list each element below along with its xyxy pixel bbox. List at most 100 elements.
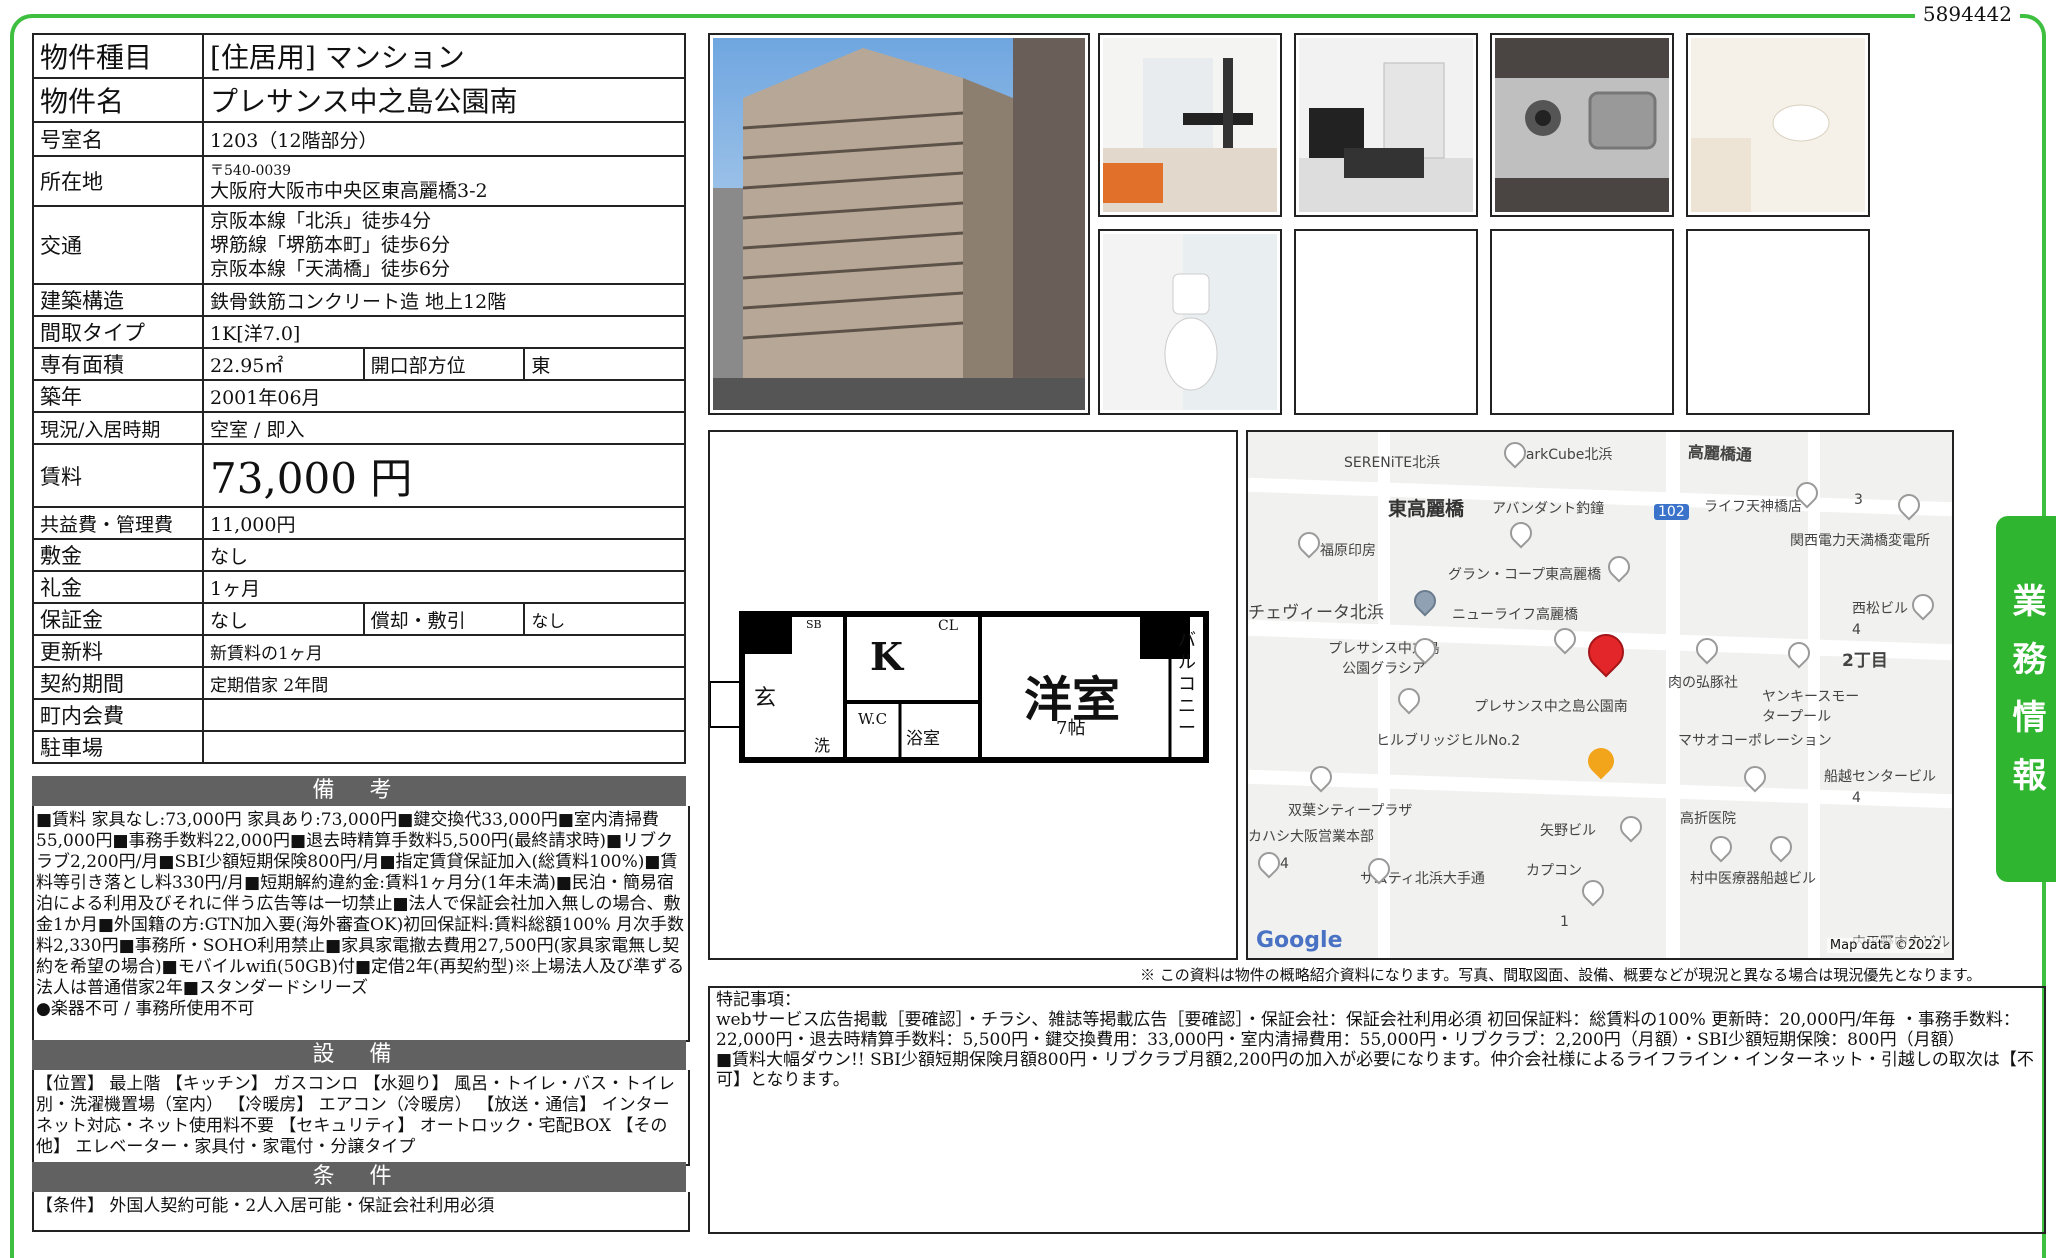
map-label: 1 xyxy=(1560,914,1569,930)
term-label: 契約期間 xyxy=(32,666,204,700)
status-value: 空室 / 即入 xyxy=(202,411,686,445)
area-value: 22.95㎡ xyxy=(202,347,365,381)
room-photo[interactable] xyxy=(1294,33,1478,217)
jouken-body: 【条件】 外国人契約可能・2人入居可能・保証会社利用必須 xyxy=(32,1192,690,1232)
map-place-icon[interactable] xyxy=(1409,585,1441,617)
map-label: SERENiTE北浜 xyxy=(1344,455,1441,471)
document-id: 5894442 xyxy=(1914,2,2020,26)
bath-photo[interactable] xyxy=(1686,33,1870,217)
map-label: 村中医療器船越ビル xyxy=(1690,871,1816,887)
entrance-label: 玄 xyxy=(754,686,777,711)
remarks-title: 特記事項： xyxy=(716,990,801,1010)
map-label: 高折医院 xyxy=(1680,811,1736,827)
google-logo: Google xyxy=(1256,928,1343,953)
map-label: ニューライフ高麗橋 xyxy=(1452,607,1578,623)
layout-value: 1K[洋7.0] xyxy=(202,315,686,349)
area-label: 専有面積 xyxy=(32,347,204,381)
type-value: [住居用] マンション xyxy=(202,33,686,79)
community-value xyxy=(202,698,686,732)
map-label: グラン・コープ東高麗橋 xyxy=(1448,567,1602,583)
setsubi-text: 【位置】 最上階 【キッチン】 ガスコンロ 【水廻り】 風呂・トイレ・バス・トイ… xyxy=(36,1074,676,1157)
map-label: 4 xyxy=(1280,856,1289,872)
transport-label: 交通 xyxy=(32,205,204,285)
rent-value: 73,000 円 xyxy=(202,443,686,508)
map-place-icon[interactable] xyxy=(1305,761,1337,793)
remarks-line: ■賃料大幅ダウン!! SBI少額短期保険月額800円・リブクラブ月額2,200円… xyxy=(716,1050,2034,1090)
map-place-icon[interactable] xyxy=(1549,623,1581,655)
map-place-icon[interactable] xyxy=(1907,589,1939,621)
map-label: 102 xyxy=(1654,504,1689,520)
map-place-icon[interactable] xyxy=(1615,811,1647,843)
sb-label: SB xyxy=(806,618,822,631)
map-label: 4 xyxy=(1852,622,1861,638)
direction-value: 東 xyxy=(523,347,686,381)
map-place-icon[interactable] xyxy=(1393,683,1425,715)
structure-label: 建築構造 xyxy=(32,283,204,317)
map-label: 双葉シティープラザ xyxy=(1288,803,1413,819)
map-place-icon[interactable] xyxy=(1893,489,1925,521)
special-remarks: 特記事項： webサービス広告掲載［要確認］・チラシ、雑誌等掲載広告［要確認］・… xyxy=(708,986,2046,1234)
postal-code: 〒540-0039 xyxy=(210,163,292,179)
map-place-icon[interactable] xyxy=(1603,551,1635,583)
amort-value: なし xyxy=(523,602,686,636)
map-label: 西松ビル xyxy=(1852,601,1908,617)
map-label: 船越センタービル xyxy=(1824,769,1936,785)
map-place-icon[interactable] xyxy=(1577,875,1609,907)
room-size: 7帖 xyxy=(1056,718,1086,739)
wash-label: 洗 xyxy=(814,736,831,755)
map-label: ParkCube北浜 xyxy=(1518,447,1613,463)
restaurant-pin-icon[interactable] xyxy=(1582,742,1620,780)
building-photo[interactable] xyxy=(708,33,1090,415)
map-place-icon[interactable] xyxy=(1705,831,1737,863)
map-place-icon[interactable] xyxy=(1505,517,1537,549)
keymoney-label: 礼金 xyxy=(32,570,204,604)
layout-label: 間取タイプ xyxy=(32,315,204,349)
bikou-body: ■賃料 家具なし:73,000円 家具あり:73,000円■鍵交換代33,000… xyxy=(32,806,690,1042)
setsubi-body: 【位置】 最上階 【キッチン】 ガスコンロ 【水廻り】 風呂・トイレ・バス・トイ… xyxy=(32,1070,690,1166)
business-info-tab[interactable]: 業務情報 xyxy=(1996,516,2056,882)
bikou-header: 備 考 xyxy=(32,776,686,806)
parking-value xyxy=(202,730,686,764)
empty-photo-slot xyxy=(1686,229,1870,415)
cl-label: CL xyxy=(938,618,959,634)
map-place-icon[interactable] xyxy=(1765,831,1797,863)
disclaimer: ※ この資料は物件の概略紹介資料になります。写真、間取図面、設備、概要などが現況… xyxy=(1140,966,1982,984)
room-image xyxy=(1103,38,1277,212)
map-label: カプコン xyxy=(1526,863,1582,879)
map-place-icon[interactable] xyxy=(1253,847,1285,879)
room-label: 号室名 xyxy=(32,121,204,157)
kitchen-photo[interactable] xyxy=(1490,33,1674,217)
jouken-header: 条 件 xyxy=(32,1162,686,1192)
structure-value: 鉄骨鉄筋コンクリート造 地上12階 xyxy=(202,283,686,317)
name-value: プレサンス中之島公園南 xyxy=(202,77,686,123)
direction-label: 開口部方位 xyxy=(362,347,526,381)
floorplan[interactable]: 洋室 7帖 K 玄 洗 W.C 浴室 SB CL バルコニー xyxy=(708,430,1238,960)
toilet-photo[interactable] xyxy=(1098,229,1282,415)
deposit-value: なし xyxy=(202,538,686,572)
wc-label: W.C xyxy=(858,710,888,728)
map-label: カハシ大阪営業本部 xyxy=(1248,829,1374,845)
map-label: アバンダント釣鐘 xyxy=(1492,501,1605,517)
type-label: 物件種目 xyxy=(32,33,204,79)
map-label: マサオコーポレーション xyxy=(1678,733,1832,749)
remarks-line: webサービス広告掲載［要確認］・チラシ、雑誌等掲載広告［要確認］・保証会社：保… xyxy=(716,1010,2020,1050)
map[interactable]: SERENiTE北浜 ParkCube北浜 高麗橋通 東高麗橋 アバンダント釣鐘… xyxy=(1246,430,1954,960)
kitchen-label: K xyxy=(870,634,904,679)
address-label: 所在地 xyxy=(32,155,204,207)
deposit-label: 敷金 xyxy=(32,538,204,572)
map-label: 福原印房 xyxy=(1320,543,1376,559)
room-photo[interactable] xyxy=(1098,33,1282,217)
parking-label: 駐車場 xyxy=(32,730,204,764)
map-credit: Map data ©2022 xyxy=(1826,938,1944,953)
map-label: 肉の弘豚社 xyxy=(1668,675,1738,691)
room-image xyxy=(1299,38,1473,212)
term-value: 定期借家 2年間 xyxy=(202,666,686,700)
fee-value: 11,000円 xyxy=(202,506,686,540)
toilet-image xyxy=(1103,234,1277,410)
built-value: 2001年06月 xyxy=(202,379,686,413)
empty-photo-slot xyxy=(1490,229,1674,415)
map-label: 東高麗橋 xyxy=(1388,498,1465,520)
transport-line: 堺筋線「堺筋本町」徒歩6分 xyxy=(210,234,451,256)
renewal-value: 新賃料の1ヶ月 xyxy=(202,634,686,668)
transport-line: 京阪本線「北浜」徒歩4分 xyxy=(210,210,432,232)
